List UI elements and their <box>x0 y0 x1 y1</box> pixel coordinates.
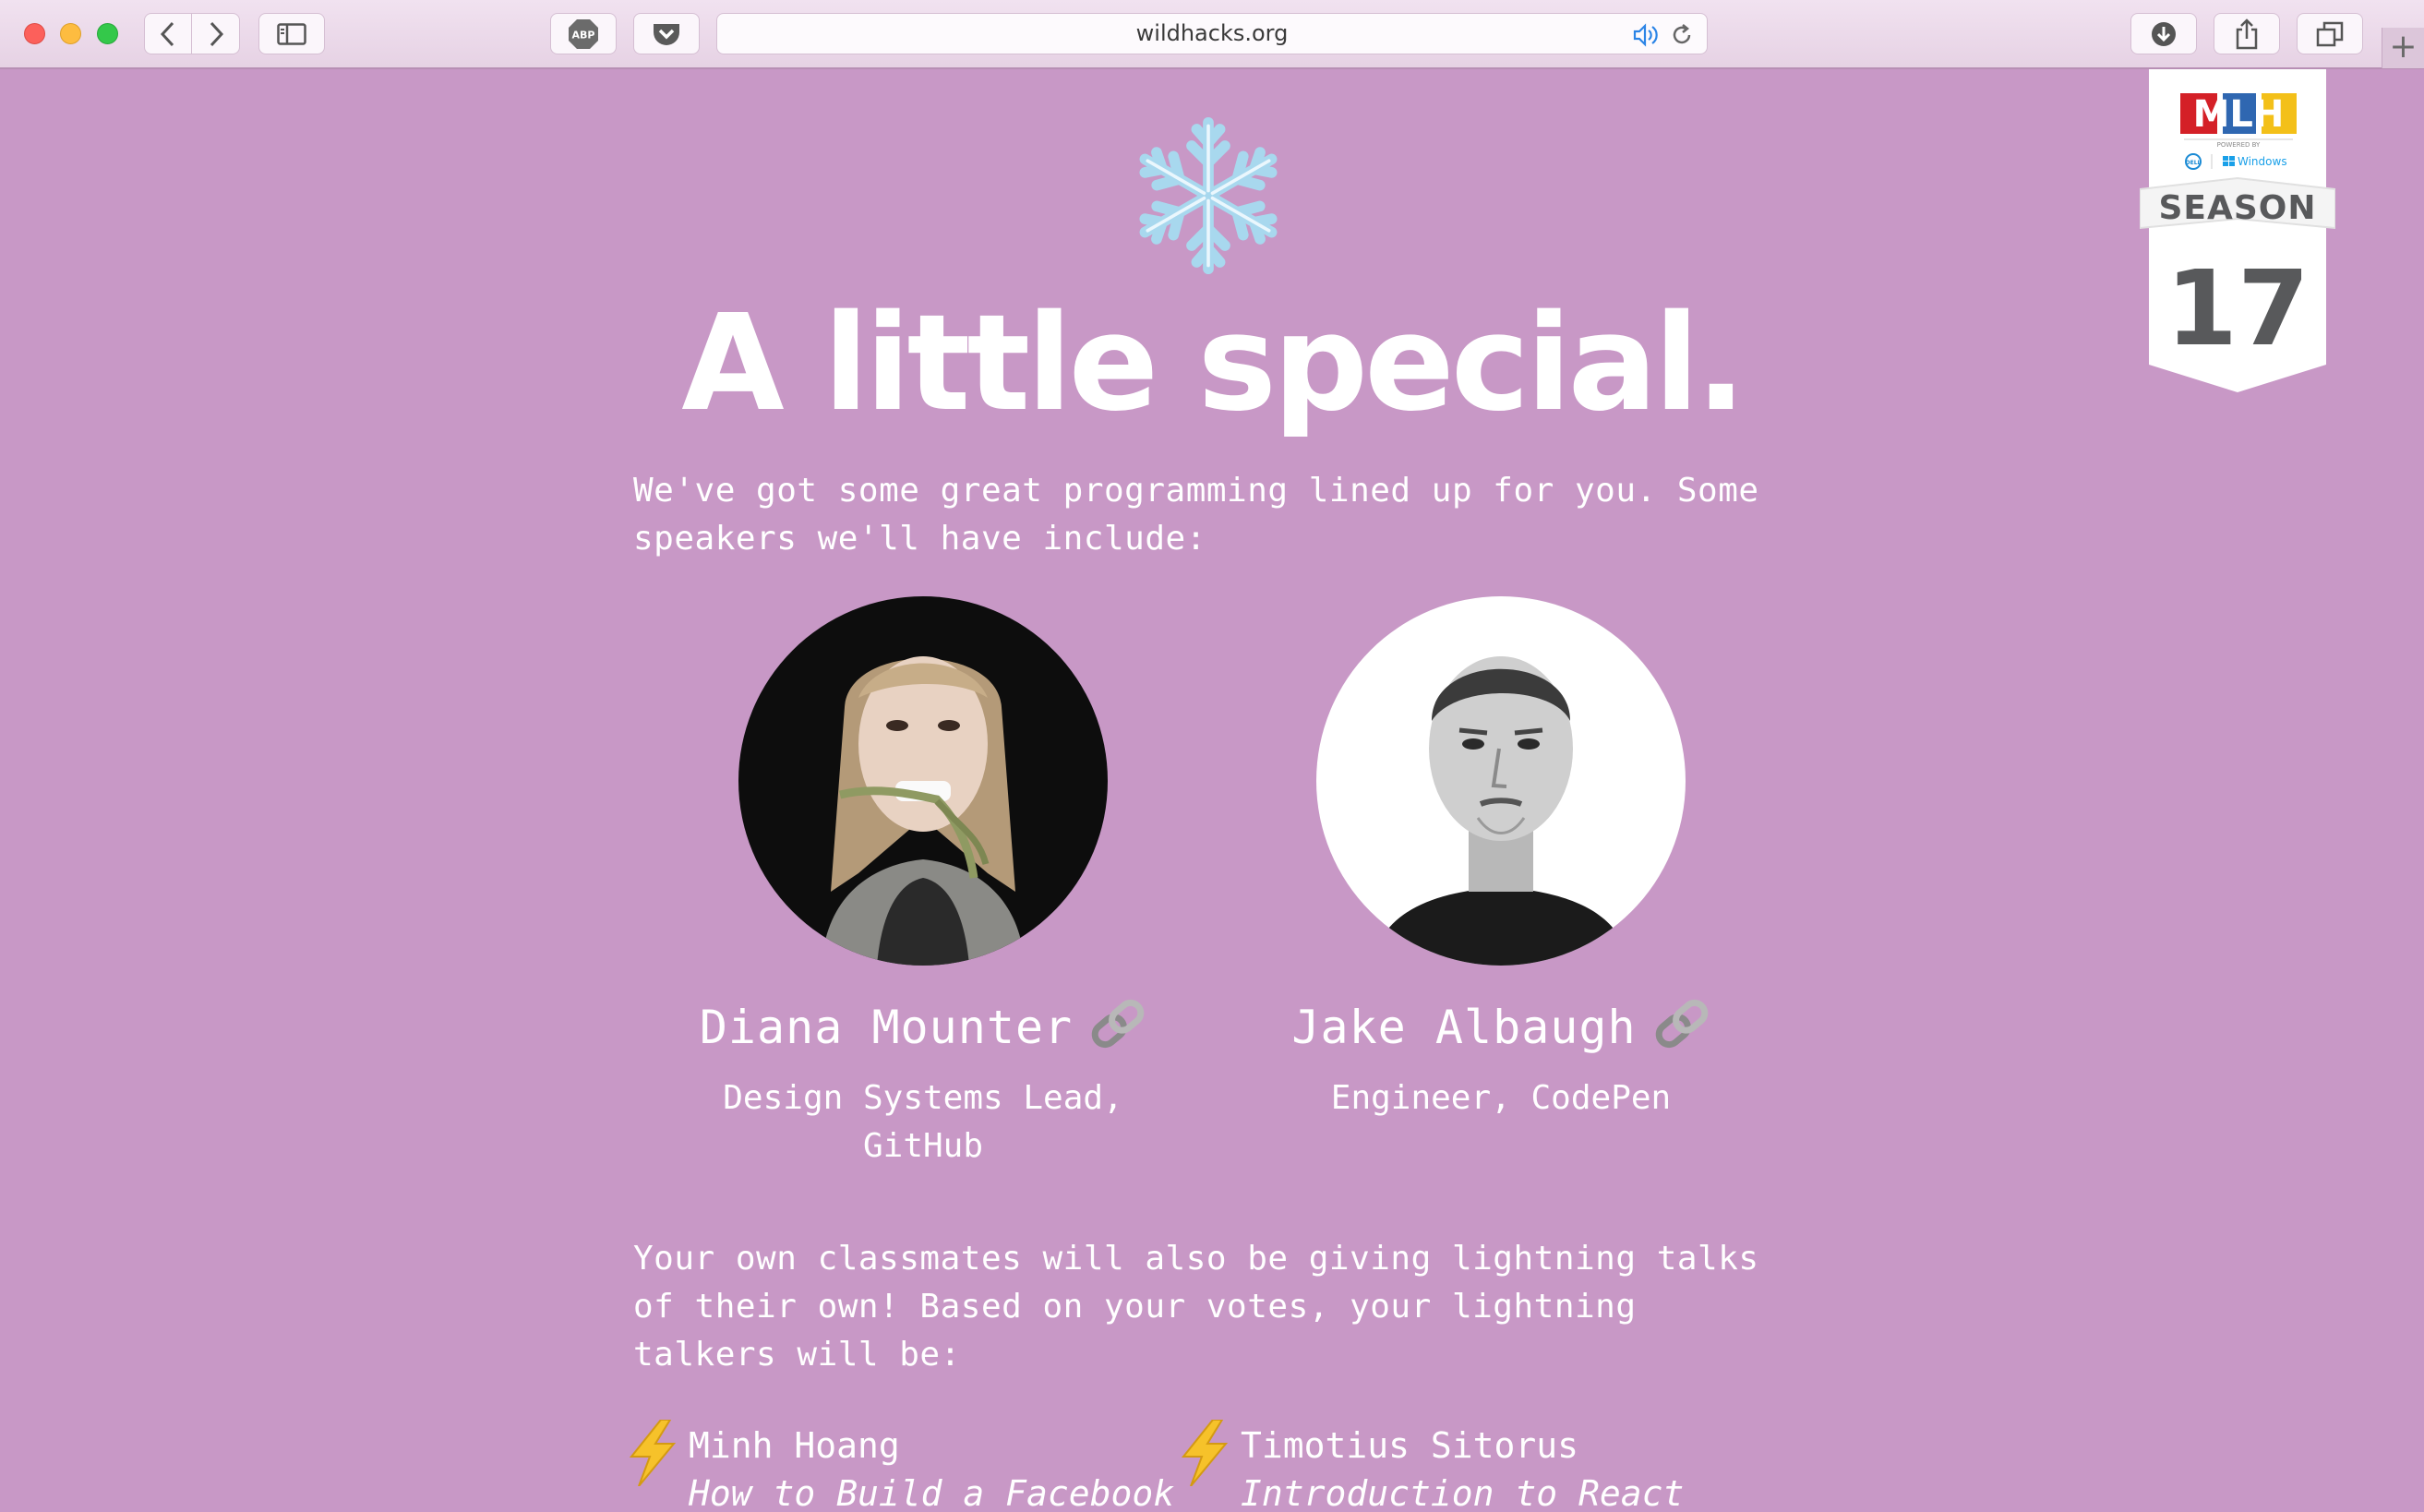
share-icon <box>2236 18 2258 49</box>
download-icon <box>2152 21 2176 46</box>
mlh-trust-badge[interactable]: MLH POWERED BY DELL Windows SEASON 17 <box>2140 69 2335 392</box>
speaker-role: Design Systems Lead, GitHub <box>723 1079 1123 1165</box>
sidebar-toggle-button[interactable] <box>258 13 325 54</box>
back-button[interactable] <box>144 13 192 54</box>
close-window-button[interactable] <box>24 23 45 44</box>
speaker-role: Engineer, CodePen <box>1330 1079 1672 1117</box>
adblock-plus-button[interactable]: ABP <box>550 13 617 54</box>
lightning-bolt-icon <box>629 1420 677 1486</box>
sidebar-icon <box>277 22 306 45</box>
new-tab-button[interactable]: + <box>2382 28 2424 68</box>
speaker-photo <box>738 596 1108 966</box>
speaker-name-text: Diana Mounter <box>699 1001 1074 1054</box>
lightning-bolt-icon <box>1181 1420 1229 1486</box>
speakers-intro: We've got some great programming lined u… <box>633 472 1759 558</box>
browser-toolbar: ABP wildhacks.org + <box>0 0 2424 69</box>
pocket-icon <box>654 23 679 45</box>
audio-playing-icon[interactable] <box>1633 23 1661 47</box>
speaker-name: Jake Albaugh <box>1224 997 1778 1056</box>
chevron-right-icon <box>210 21 223 46</box>
zoom-window-button[interactable] <box>97 23 118 44</box>
pocket-button[interactable] <box>633 13 700 54</box>
tab-overview-button[interactable] <box>2297 13 2363 54</box>
lightning-talks-intro: Your own classmates will also be giving … <box>633 1240 1759 1374</box>
link-icon[interactable] <box>1089 997 1146 1050</box>
downloads-button[interactable] <box>2130 13 2197 54</box>
speaker-name-text: Jake Albaugh <box>1291 1001 1637 1054</box>
mlh-season-label: SEASON <box>2158 189 2316 227</box>
lightning-talk-title: How to Build a Facebook <box>689 1473 1175 1512</box>
speaker-photo <box>1316 596 1686 966</box>
reload-icon[interactable] <box>1670 23 1694 47</box>
adblock-plus-icon: ABP <box>569 18 598 49</box>
url-text: wildhacks.org <box>1135 20 1289 46</box>
link-icon[interactable] <box>1653 997 1710 1050</box>
mlh-logo: MLH <box>2180 93 2297 136</box>
forward-button[interactable] <box>192 13 240 54</box>
chevron-left-icon <box>160 21 174 46</box>
share-button[interactable] <box>2214 13 2280 54</box>
lightning-talker-name: Timotius Sitorus <box>1241 1425 1579 1466</box>
minimize-window-button[interactable] <box>60 23 81 44</box>
tabs-icon <box>2316 21 2344 46</box>
snowflake-icon <box>1139 116 1278 275</box>
lightning-talker-name: Minh Hoang <box>689 1425 900 1466</box>
address-bar[interactable]: wildhacks.org <box>716 13 1708 54</box>
svg-text:ABP: ABP <box>572 29 595 41</box>
mlh-powered-by: POWERED BY <box>2217 141 2261 149</box>
page-headline: A little special. <box>681 285 1746 440</box>
sponsor-windows: Windows <box>2238 155 2287 168</box>
sponsor-dell: DELL <box>2186 160 2202 166</box>
speaker-card: Jake Albaugh Engineer, CodePen <box>1224 596 1778 1122</box>
speaker-card: Diana Mounter Design Systems Lead, GitHu… <box>646 596 1200 1170</box>
mlh-season-number: 17 <box>2166 249 2310 369</box>
speaker-name: Diana Mounter <box>646 997 1200 1056</box>
lightning-talk-title: Introduction to React <box>1241 1473 1685 1512</box>
mlh-logo-text: MLH <box>2193 93 2285 136</box>
